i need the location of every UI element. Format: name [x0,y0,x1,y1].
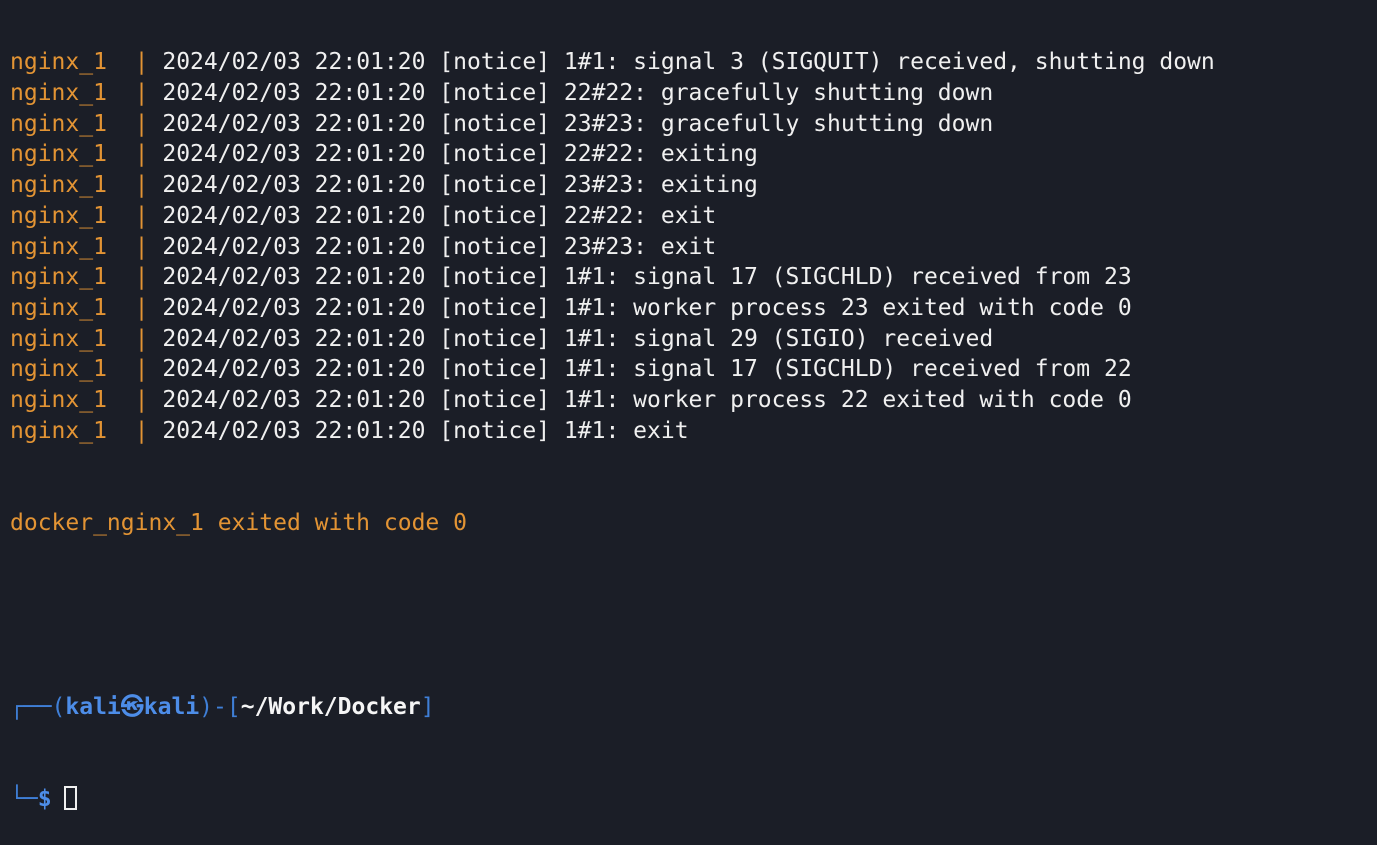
log-line: nginx_1 | 2024/02/03 22:01:20 [notice] 2… [10,109,1377,140]
prompt-dollar: $ [37,786,52,813]
text-cursor[interactable] [63,786,77,811]
log-message: 2024/02/03 22:01:20 [notice] 22#22: exit [162,202,717,229]
prompt-frame-left: ┌──( [10,693,66,720]
log-message: 2024/02/03 22:01:20 [notice] 23#23: exit [162,233,717,260]
log-message: 2024/02/03 22:01:20 [notice] 1#1: worker… [162,386,1132,413]
log-line: nginx_1 | 2024/02/03 22:01:20 [notice] 1… [10,385,1377,416]
log-separator: | [134,325,149,352]
log-separator: | [134,49,149,76]
prompt-line-top: ┌──(kali㉿kali)-[~/Work/Docker] [10,692,1377,723]
log-line: nginx_1 | 2024/02/03 22:01:20 [notice] 2… [10,139,1377,170]
prompt-frame-right: ] [420,693,435,720]
log-message: 2024/02/03 22:01:20 [notice] 1#1: signal… [162,49,1215,76]
log-separator: | [134,202,149,229]
log-separator: | [134,172,149,199]
log-service-name: nginx_1 [10,49,107,76]
log-service-name: nginx_1 [10,141,107,168]
log-message: 2024/02/03 22:01:20 [notice] 22#22: grac… [162,80,994,107]
container-exit-message: docker_nginx_1 exited with code 0 [10,509,467,536]
log-message: 2024/02/03 22:01:20 [notice] 1#1: signal… [162,356,1132,383]
prompt-user: kali [65,693,121,720]
log-line: nginx_1 | 2024/02/03 22:01:20 [notice] 2… [10,78,1377,109]
log-line: nginx_1 | 2024/02/03 22:01:20 [notice] 2… [10,170,1377,201]
prompt-path: ~/Work/Docker [240,693,421,720]
log-service-name: nginx_1 [10,356,107,383]
log-service-name: nginx_1 [10,80,107,107]
log-separator: | [134,264,149,291]
log-separator: | [134,110,149,137]
log-separator: | [134,386,149,413]
log-separator: | [134,141,149,168]
log-message: 2024/02/03 22:01:20 [notice] 1#1: exit [162,417,689,444]
log-message: 2024/02/03 22:01:20 [notice] 1#1: signal… [162,264,1132,291]
log-line: nginx_1 | 2024/02/03 22:01:20 [notice] 1… [10,354,1377,385]
log-service-name: nginx_1 [10,325,107,352]
log-service-name: nginx_1 [10,294,107,321]
log-service-name: nginx_1 [10,264,107,291]
log-message: 2024/02/03 22:01:20 [notice] 1#1: signal… [162,325,994,352]
prompt-host: kali [143,693,200,720]
prompt-frame-bottom: └─ [10,786,38,813]
log-service-name: nginx_1 [10,172,107,199]
log-service-name: nginx_1 [10,202,107,229]
prompt-at-icon: ㉿ [120,693,144,720]
log-message: 2024/02/03 22:01:20 [notice] 23#23: grac… [162,110,994,137]
log-service-name: nginx_1 [10,386,107,413]
log-separator: | [134,417,149,444]
log-separator: | [134,294,149,321]
log-line: nginx_1 | 2024/02/03 22:01:20 [notice] 2… [10,232,1377,263]
log-line: nginx_1 | 2024/02/03 22:01:20 [notice] 2… [10,201,1377,232]
log-separator: | [134,233,149,260]
log-line: nginx_1 | 2024/02/03 22:01:20 [notice] 1… [10,262,1377,293]
log-line: nginx_1 | 2024/02/03 22:01:20 [notice] 1… [10,324,1377,355]
log-line: nginx_1 | 2024/02/03 22:01:20 [notice] 1… [10,293,1377,324]
log-separator: | [134,80,149,107]
log-line: nginx_1 | 2024/02/03 22:01:20 [notice] 1… [10,416,1377,447]
log-message: 2024/02/03 22:01:20 [notice] 22#22: exit… [162,141,758,168]
log-service-name: nginx_1 [10,417,107,444]
prompt-line-bottom[interactable]: └─$ [10,784,1377,815]
log-service-name: nginx_1 [10,233,107,260]
log-message: 2024/02/03 22:01:20 [notice] 23#23: exit… [162,172,758,199]
log-service-name: nginx_1 [10,110,107,137]
log-line: nginx_1 | 2024/02/03 22:01:20 [notice] 1… [10,47,1377,78]
log-separator: | [134,356,149,383]
log-output: nginx_1 | 2024/02/03 22:01:20 [notice] 1… [10,47,1377,446]
terminal-window[interactable]: nginx_1 | 2024/02/03 22:01:20 [notice] 1… [0,0,1377,812]
prompt-frame-mid: )-[ [199,693,241,720]
log-message: 2024/02/03 22:01:20 [notice] 1#1: worker… [162,294,1132,321]
